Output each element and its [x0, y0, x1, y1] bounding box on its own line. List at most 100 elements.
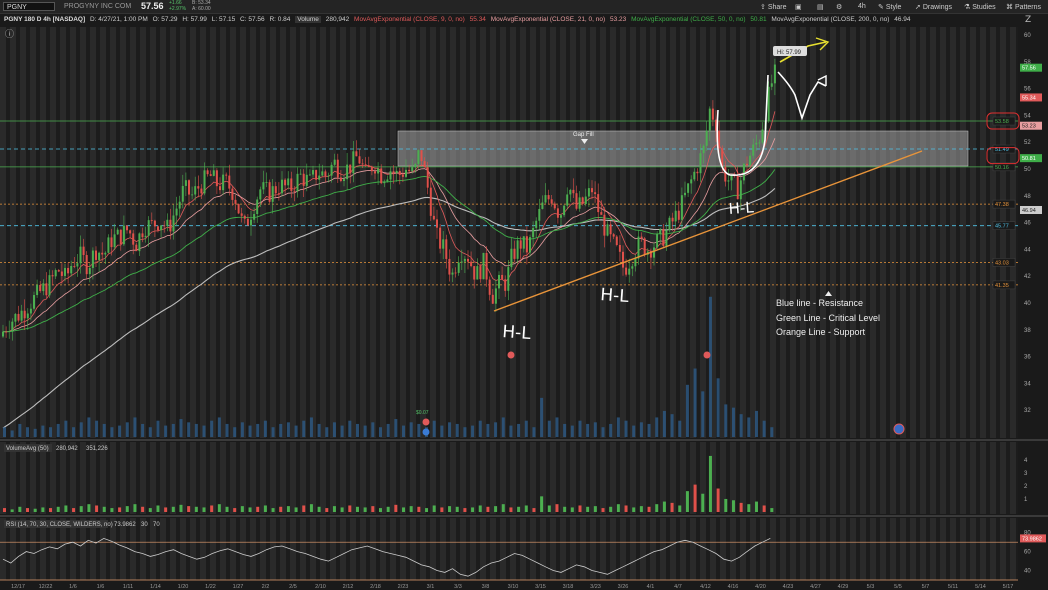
event-marker-red[interactable]: [422, 418, 430, 426]
volume-bar: [731, 500, 735, 512]
volume-bar: [309, 504, 313, 512]
volume-overlay-bar: [309, 417, 313, 437]
volume-overlay-bar: [302, 420, 306, 437]
candle-body: [122, 225, 125, 245]
volume-overlay-bar: [540, 397, 544, 437]
candle-body: [538, 208, 541, 221]
candle-body: [622, 251, 624, 268]
volume-overlay-bar: [164, 425, 168, 437]
volume-bar: [586, 506, 590, 512]
candle-body: [476, 266, 479, 280]
volume-bar: [240, 506, 244, 512]
x-tick-label: 5/7: [922, 584, 930, 590]
candle-body: [386, 179, 389, 182]
volume-overlay-bar: [187, 422, 191, 437]
candle-body: [640, 236, 643, 239]
volume-overlay-bar: [716, 378, 720, 437]
candle-body: [575, 193, 578, 209]
candle-body: [293, 190, 296, 192]
x-tick-label: 1/27: [233, 584, 244, 590]
candle-body: [448, 258, 451, 275]
volume-panel-label: VolumeAvg (50): [6, 446, 49, 452]
earnings-marker-icon[interactable]: [893, 423, 905, 435]
candle-body: [253, 214, 256, 220]
x-tick-label: 5/11: [948, 584, 958, 590]
candle-body: [457, 262, 460, 273]
candle-body: [563, 205, 566, 216]
candle-body: [240, 213, 243, 216]
candle-body: [343, 179, 345, 182]
volume-bar: [662, 501, 666, 512]
candle-body: [274, 186, 277, 194]
candle-body: [8, 331, 11, 332]
volume-bar: [547, 505, 551, 512]
volume-overlay-bar: [194, 423, 198, 437]
volume-bar: [286, 506, 290, 512]
candle-body: [181, 185, 184, 202]
volume-bar: [440, 507, 444, 512]
candle-body: [612, 234, 615, 237]
volume-overlay-bar: [386, 423, 390, 437]
candle-body: [603, 214, 606, 236]
main-panel-bg: [0, 27, 1018, 438]
volume-bar: [685, 491, 689, 512]
volume-overlay-bar: [202, 425, 206, 437]
volume-bar: [494, 506, 498, 512]
volume-overlay-bar: [762, 420, 766, 437]
volume-overlay-bar: [210, 420, 214, 437]
candle-body: [188, 180, 190, 195]
candle-body: [26, 313, 29, 319]
volume-bar: [332, 506, 336, 512]
candle-body: [702, 145, 705, 154]
volume-overlay-bar: [662, 410, 666, 437]
hi-label: Hi: 57.99: [777, 50, 802, 56]
x-tick-label: 4/29: [838, 584, 849, 590]
candle-body: [581, 197, 584, 204]
price-chart[interactable]: 323436384042444648505254565860 4321 8060…: [0, 0, 1048, 590]
candle-body: [519, 240, 522, 249]
candle-body: [60, 271, 63, 276]
candle-body: [163, 225, 166, 227]
volume-bar: [294, 507, 298, 512]
candle-body: [2, 331, 4, 337]
candle-body: [426, 167, 429, 188]
candle-body: [370, 167, 373, 172]
volume-overlay-bar: [448, 422, 452, 437]
event-marker-red-3[interactable]: [703, 351, 711, 359]
volume-overlay-bar: [125, 422, 129, 437]
volume-overlay-bar: [87, 417, 91, 437]
x-tick-label: 4/16: [728, 584, 739, 590]
candle-body: [175, 208, 178, 216]
x-tick-label: 2/10: [315, 584, 326, 590]
candle-body: [302, 173, 305, 186]
rsi-panel-ob: 30: [141, 522, 148, 528]
event-marker-blue[interactable]: [422, 428, 430, 436]
candle-body: [417, 150, 420, 164]
candle-body: [587, 188, 590, 197]
volume-overlay-bar: [655, 417, 659, 437]
candle-body: [708, 108, 711, 131]
x-tick-label: 1/6: [69, 584, 77, 590]
volume-bar: [56, 506, 60, 512]
volume-bar: [171, 506, 175, 512]
x-tick-label: 5/5: [894, 584, 902, 590]
volume-bar: [148, 508, 152, 512]
info-icon[interactable]: ⓘ: [5, 29, 14, 40]
candle-body: [79, 246, 82, 264]
volume-overlay-bar: [371, 422, 375, 437]
event-marker-red-2[interactable]: [507, 351, 515, 359]
volume-bar: [563, 506, 567, 512]
volume-bar: [647, 506, 651, 512]
gap-fill-zone[interactable]: [397, 130, 969, 167]
candle-body: [389, 171, 392, 180]
zoom-icon[interactable]: Z: [1025, 15, 1031, 25]
volume-bar: [394, 504, 398, 512]
candle-body: [36, 284, 39, 296]
volume-bar: [302, 505, 306, 512]
x-tick-label: 4/12: [700, 584, 711, 590]
volume-bar: [754, 501, 758, 512]
volume-bar: [432, 505, 436, 512]
volume-panel-bg: [0, 442, 1018, 514]
candle-body: [23, 310, 26, 319]
volume-overlay-bar: [271, 427, 275, 437]
